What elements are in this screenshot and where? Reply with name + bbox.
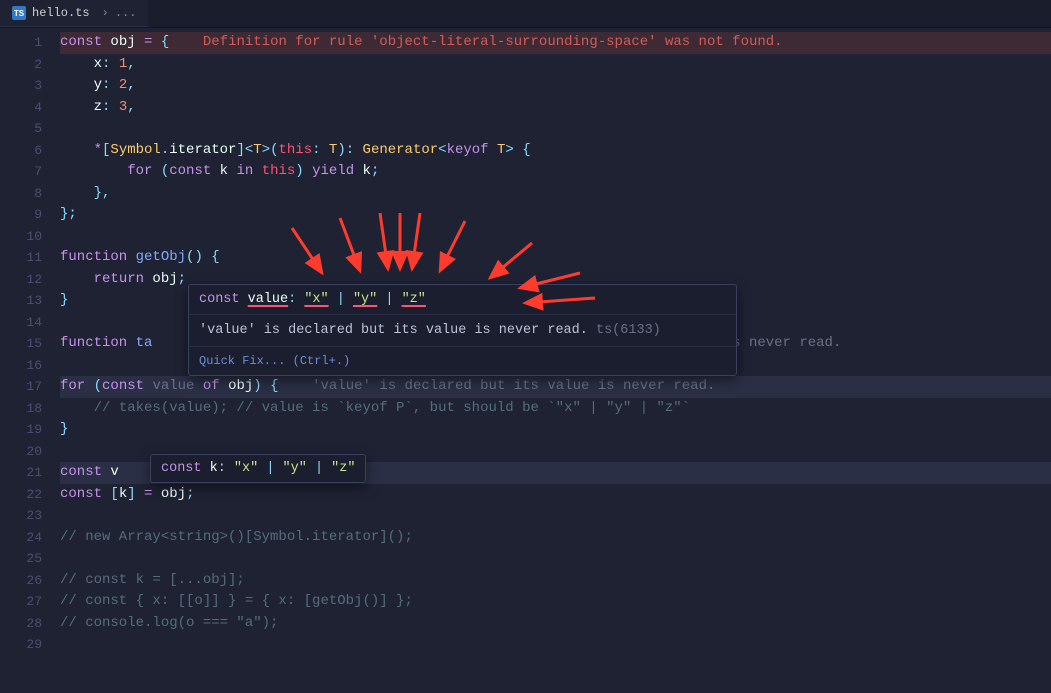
code-line[interactable]: function getObj() {	[60, 247, 1051, 269]
breadcrumb-more: ...	[115, 6, 137, 20]
line-number: 27	[0, 591, 42, 613]
code-line[interactable]: *[Symbol.iterator]<T>(this: T): Generato…	[60, 140, 1051, 162]
tab-label: hello.ts	[32, 6, 90, 20]
tab-bar: TS hello.ts › ...	[0, 0, 1051, 28]
tab-hello-ts[interactable]: TS hello.ts › ...	[0, 0, 148, 27]
line-number: 25	[0, 548, 42, 570]
code-line[interactable]: // const { x: [[o]] } = { x: [getObj()] …	[60, 591, 1051, 613]
code-line[interactable]: const [k] = obj;	[60, 484, 1051, 506]
code-line[interactable]	[60, 505, 1051, 527]
line-number: 6	[0, 140, 42, 162]
line-number: 22	[0, 484, 42, 506]
line-number: 26	[0, 570, 42, 592]
code-line[interactable]: };	[60, 204, 1051, 226]
code-line[interactable]: }	[60, 419, 1051, 441]
line-number-gutter: 1234567891011121314151617181920212223242…	[0, 28, 60, 656]
code-line[interactable]	[60, 118, 1051, 140]
code-line[interactable]	[60, 548, 1051, 570]
line-number: 14	[0, 312, 42, 334]
hover-tooltip-k: const k: "x" | "y" | "z"	[150, 454, 366, 483]
hover-tooltip-value: const value: "x" | "y" | "z" 'value' is …	[188, 284, 737, 376]
line-number: 12	[0, 269, 42, 291]
line-number: 1	[0, 32, 42, 54]
line-number: 29	[0, 634, 42, 656]
line-number: 18	[0, 398, 42, 420]
line-number: 28	[0, 613, 42, 635]
line-number: 9	[0, 204, 42, 226]
line-number: 7	[0, 161, 42, 183]
code-line[interactable]: // takes(value); // value is `keyof P`, …	[60, 398, 1051, 420]
type-signature: const value: "x" | "y" | "z"	[189, 285, 736, 314]
line-number: 11	[0, 247, 42, 269]
code-line[interactable]: // console.log(o === "a");	[60, 613, 1051, 635]
code-line[interactable]: const obj = { Definition for rule 'objec…	[60, 32, 1051, 54]
line-number: 8	[0, 183, 42, 205]
code-line[interactable]: // const k = [...obj];	[60, 570, 1051, 592]
code-line[interactable]: for (const value of obj) { 'value' is de…	[60, 376, 1051, 398]
code-line[interactable]: x: 1,	[60, 54, 1051, 76]
line-number: 16	[0, 355, 42, 377]
code-line[interactable]: z: 3,	[60, 97, 1051, 119]
line-number: 2	[0, 54, 42, 76]
line-number: 23	[0, 505, 42, 527]
breadcrumb-separator-icon: ›	[102, 6, 109, 20]
typescript-icon: TS	[12, 6, 26, 20]
quick-fix-link[interactable]: Quick Fix... (Ctrl+.)	[189, 346, 736, 375]
code-line[interactable]	[60, 634, 1051, 656]
line-number: 20	[0, 441, 42, 463]
line-number: 3	[0, 75, 42, 97]
line-number: 15	[0, 333, 42, 355]
line-number: 21	[0, 462, 42, 484]
line-number: 17	[0, 376, 42, 398]
code-line[interactable]: y: 2,	[60, 75, 1051, 97]
code-line[interactable]	[60, 226, 1051, 248]
line-number: 10	[0, 226, 42, 248]
line-number: 19	[0, 419, 42, 441]
line-number: 24	[0, 527, 42, 549]
line-number: 13	[0, 290, 42, 312]
code-line[interactable]: for (const k in this) yield k;	[60, 161, 1051, 183]
code-line[interactable]: },	[60, 183, 1051, 205]
line-number: 5	[0, 118, 42, 140]
code-line[interactable]: // new Array<string>()[Symbol.iterator](…	[60, 527, 1051, 549]
line-number: 4	[0, 97, 42, 119]
diagnostic-message: 'value' is declared but its value is nev…	[189, 314, 736, 346]
